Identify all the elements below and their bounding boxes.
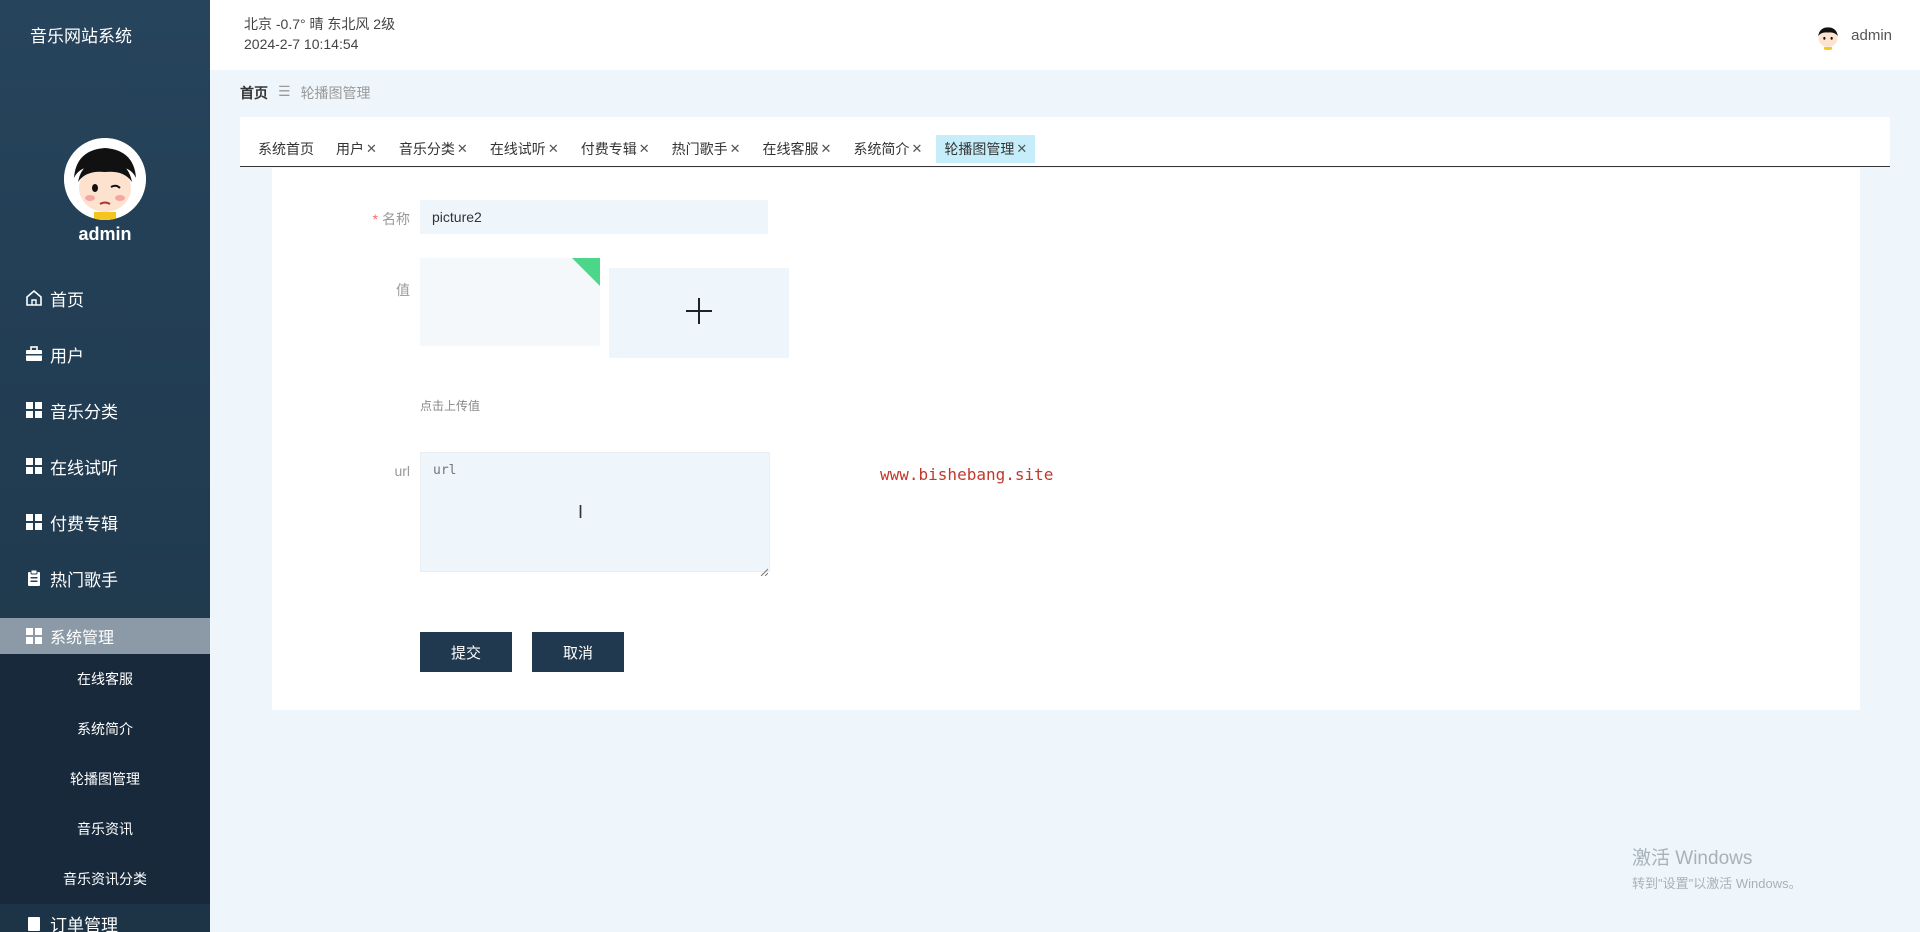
tab-label: 音乐分类 <box>398 141 455 157</box>
plus-icon <box>685 297 713 330</box>
sidebar-item-orders[interactable]: 订单管理 <box>0 908 210 932</box>
tab-label: 系统首页 <box>258 141 314 157</box>
briefcase-icon <box>24 344 44 364</box>
header-username: admin <box>1851 26 1892 44</box>
close-icon[interactable]: ✕ <box>366 141 377 157</box>
tab-label: 系统简介 <box>853 141 910 157</box>
submenu-item-carousel-management[interactable]: 轮播图管理 <box>0 754 210 804</box>
tab-list: 系统首页 用户 ✕ 音乐分类 ✕ 在线试听 ✕ 付费专辑 ✕ 热门歌手 ✕ 在线客服 ✕ 系… <box>250 135 1036 163</box>
success-corner-icon <box>572 258 600 286</box>
datetime-text: 2024-2-7 10:14:54 <box>244 36 359 52</box>
sidebar-item-label: 付费专辑 <box>50 514 118 534</box>
tab-label: 用户 <box>336 141 364 157</box>
grid-icon <box>24 400 44 420</box>
tab-system-home[interactable]: 系统首页 <box>250 135 322 163</box>
tab-online-service[interactable]: 在线客服 ✕ <box>755 135 840 163</box>
breadcrumb-current: 轮播图管理 <box>300 85 371 101</box>
close-icon[interactable]: ✕ <box>730 141 741 157</box>
sidebar-item-label: 首页 <box>50 290 84 310</box>
tab-online-listen[interactable]: 在线试听 ✕ <box>482 135 567 163</box>
upload-hint: 点击上传值 <box>420 399 481 413</box>
sidebar-menu: 首页 用户 音乐分类 在线试听 付费专辑 热门歌手 系统管理 在线客服 系统简介… <box>0 270 210 932</box>
sidebar-username: admin <box>78 224 132 244</box>
sidebar-item-hot-singer[interactable]: 热门歌手 <box>0 550 210 606</box>
clipboard-icon <box>24 913 44 932</box>
tab-label: 付费专辑 <box>580 141 637 157</box>
close-icon[interactable]: ✕ <box>457 141 468 157</box>
sidebar-avatar <box>64 138 146 220</box>
url-textarea[interactable] <box>420 452 770 572</box>
user-menu[interactable]: admin <box>1813 20 1892 50</box>
tab-hot-singer[interactable]: 热门歌手 ✕ <box>664 135 749 163</box>
sidebar-item-label: 订单管理 <box>50 915 118 932</box>
windows-activation-notice: 激活 Windows 转到"设置"以激活 Windows。 <box>1632 843 1802 892</box>
name-input[interactable] <box>420 200 768 234</box>
value-label: 值 <box>396 282 410 298</box>
sidebar-item-users[interactable]: 用户 <box>0 326 210 382</box>
tab-label: 在线试听 <box>489 141 546 157</box>
grid-icon <box>24 456 44 476</box>
tab-label: 热门歌手 <box>671 141 728 157</box>
close-icon[interactable]: ✕ <box>548 141 559 157</box>
tab-label: 在线客服 <box>762 141 819 157</box>
close-icon[interactable]: ✕ <box>911 141 922 157</box>
clipboard-icon <box>24 568 44 588</box>
weather-text: 北京 -0.7° 晴 东北风 2级 <box>244 16 396 32</box>
submit-button[interactable]: 提交 <box>420 632 512 672</box>
sidebar-item-label: 在线试听 <box>50 458 118 478</box>
grid-icon <box>24 626 44 646</box>
tab-paid-album[interactable]: 付费专辑 ✕ <box>573 135 658 163</box>
sidebar-item-label: 系统管理 <box>50 630 115 647</box>
windows-activation-subtitle: 转到"设置"以激活 Windows。 <box>1632 876 1802 891</box>
avatar <box>1813 20 1844 50</box>
cancel-button[interactable]: 取消 <box>532 632 624 672</box>
submenu-item-system-intro[interactable]: 系统简介 <box>0 704 210 754</box>
form-card <box>272 168 1860 710</box>
submenu-item-music-news-category[interactable]: 音乐资讯分类 <box>0 854 210 904</box>
sidebar-item-label: 热门歌手 <box>50 570 118 590</box>
grid-icon <box>24 512 44 532</box>
sidebar-item-paid-album[interactable]: 付费专辑 <box>0 494 210 550</box>
breadcrumb-separator: ☰ <box>278 83 291 99</box>
name-label-text: 名称 <box>382 211 410 227</box>
required-mark: * <box>372 211 378 227</box>
submenu-item-online-service[interactable]: 在线客服 <box>0 654 210 704</box>
weather-widget: 北京 -0.7° 晴 东北风 2级 2024-2-7 10:14:54 <box>244 14 395 54</box>
submenu-item-music-news[interactable]: 音乐资讯 <box>0 804 210 854</box>
watermark-text: www.bishebang.site <box>880 465 1054 484</box>
tab-label: 轮播图管理 <box>944 141 1015 157</box>
tab-carousel-management[interactable]: 轮播图管理 ✕ <box>936 135 1036 163</box>
sidebar-item-online-listen[interactable]: 在线试听 <box>0 438 210 494</box>
resize-grip-icon[interactable] <box>760 563 769 577</box>
text-cursor-icon: I <box>578 502 584 522</box>
url-label: url <box>394 463 410 479</box>
breadcrumb-home[interactable]: 首页 <box>240 83 268 103</box>
sidebar-item-label: 音乐分类 <box>50 402 118 422</box>
tab-system-intro[interactable]: 系统简介 ✕ <box>845 135 930 163</box>
sidebar-item-system-management[interactable]: 系统管理 <box>0 618 210 654</box>
tabs-bar: 系统首页 用户 ✕ 音乐分类 ✕ 在线试听 ✕ 付费专辑 ✕ 热门歌手 ✕ 在线客服 ✕ 系… <box>240 117 1890 167</box>
windows-activation-title: 激活 Windows <box>1632 848 1753 869</box>
tab-users[interactable]: 用户 ✕ <box>328 135 385 163</box>
tab-music-category[interactable]: 音乐分类 ✕ <box>391 135 476 163</box>
sidebar: 音乐网站系统 admin 首页 用户 音乐分类 在线试听 付费专辑 热门歌手 系… <box>0 0 210 932</box>
breadcrumb: 首页 ☰ 轮播图管理 <box>240 83 371 103</box>
app-title: 音乐网站系统 <box>30 27 132 46</box>
system-submenu: 在线客服 系统简介 轮播图管理 音乐资讯 音乐资讯分类 <box>0 654 210 904</box>
sidebar-item-home[interactable]: 首页 <box>0 270 210 326</box>
name-label: * 名称 <box>290 209 410 229</box>
close-icon[interactable]: ✕ <box>639 141 650 157</box>
image-preview[interactable] <box>420 258 600 346</box>
upload-button[interactable] <box>609 268 789 358</box>
top-header: 北京 -0.7° 晴 东北风 2级 2024-2-7 10:14:54 admi… <box>210 0 1920 70</box>
sidebar-item-music-category[interactable]: 音乐分类 <box>0 382 210 438</box>
home-icon <box>24 288 44 308</box>
close-icon[interactable]: ✕ <box>1016 141 1027 157</box>
close-icon[interactable]: ✕ <box>821 141 832 157</box>
sidebar-item-label: 用户 <box>50 346 84 366</box>
